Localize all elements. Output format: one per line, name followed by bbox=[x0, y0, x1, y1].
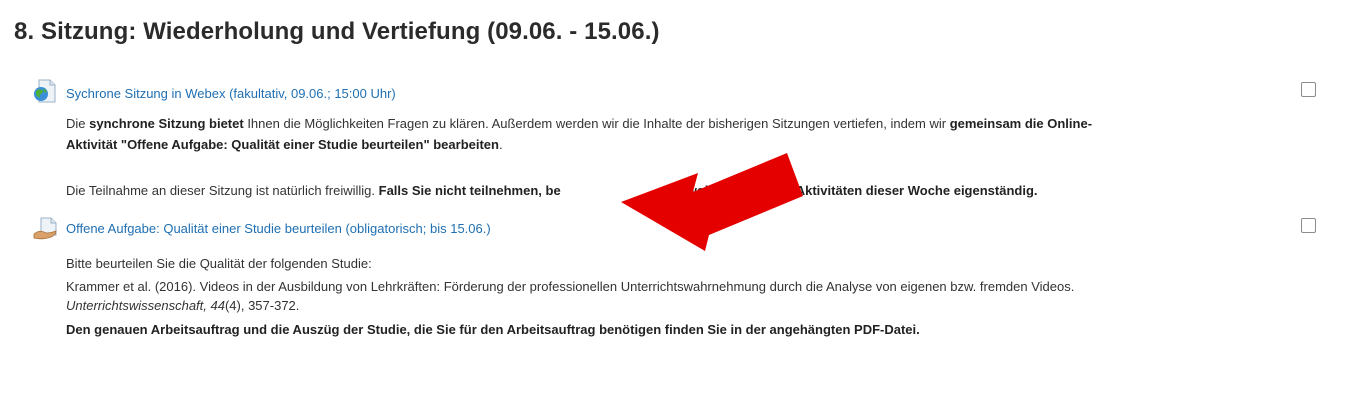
activity-link-assignment[interactable]: Offene Aufgabe: Qualität einer Studie be… bbox=[66, 221, 491, 236]
activity-description-line: Bitte beurteilen Sie die Qualität der fo… bbox=[66, 256, 372, 271]
instruction-line: Den genauen Arbeitsauftrag und die Auszü… bbox=[66, 322, 920, 337]
activity-description-line: Aktivität "Offene Aufgabe: Qualität eine… bbox=[66, 137, 503, 152]
completion-checkbox-assignment[interactable] bbox=[1301, 218, 1316, 233]
activity-description-line: Die synchrone Sitzung bietet Ihnen die M… bbox=[66, 116, 1093, 131]
activity-description-line: Die Teilnahme an dieser Sitzung ist natü… bbox=[66, 183, 1038, 198]
completion-checkbox-webex[interactable] bbox=[1301, 82, 1316, 97]
red-arrow-annotation bbox=[621, 153, 803, 251]
activity-link-webex[interactable]: Sychrone Sitzung in Webex (fakultativ, 0… bbox=[66, 86, 396, 101]
section-title: 8. Sitzung: Wiederholung und Vertiefung … bbox=[14, 18, 660, 45]
assignment-hand-icon bbox=[33, 217, 57, 240]
webex-globe-icon bbox=[34, 79, 56, 103]
citation-line: Unterrichtswissenschaft, 44(4), 357-372. bbox=[66, 298, 300, 313]
citation-line: Krammer et al. (2016). Videos in der Aus… bbox=[66, 279, 1075, 294]
